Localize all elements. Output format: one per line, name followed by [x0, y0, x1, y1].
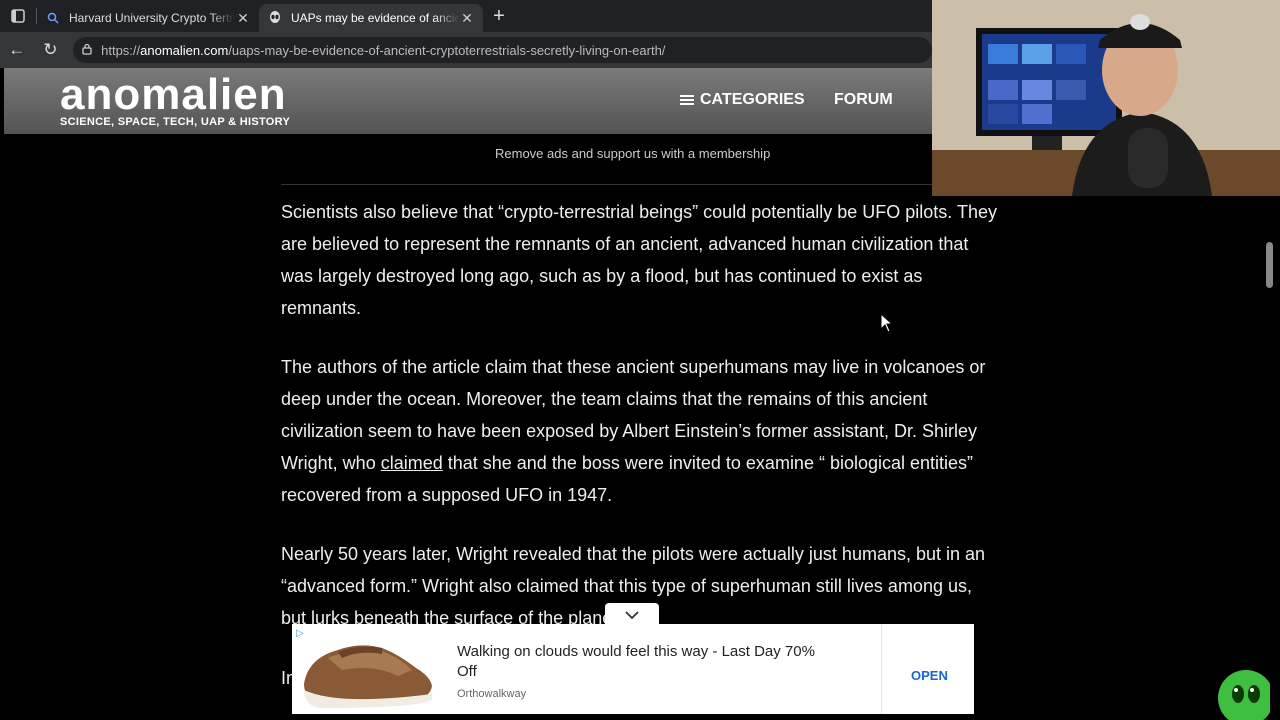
divider — [281, 184, 981, 185]
new-tab-button[interactable]: + — [483, 5, 515, 28]
claimed-link[interactable]: claimed — [381, 453, 443, 473]
webcam-overlay — [932, 0, 1280, 196]
alien-icon — [267, 10, 283, 26]
scrollbar-thumb[interactable] — [1266, 242, 1273, 288]
site-header: anomalien SCIENCE, SPACE, TECH, UAP & HI… — [4, 68, 932, 134]
hamburger-icon — [680, 93, 694, 107]
ad-open-button[interactable]: OPEN — [911, 668, 948, 683]
nav-categories[interactable]: CATEGORIES — [680, 91, 805, 109]
site-logo[interactable]: anomalien — [60, 72, 287, 118]
url-path: /uaps-may-be-evidence-of-ancient-cryptot… — [228, 42, 666, 58]
scrollbar[interactable] — [1260, 134, 1280, 720]
ad-advertiser: Orthowalkway — [457, 688, 527, 700]
reload-icon: ↻ — [43, 40, 58, 59]
nav-forum[interactable]: FORUM — [834, 91, 893, 109]
tab-harvard[interactable]: Harvard University Crypto Tertrest ✕ — [37, 4, 259, 32]
tab-title: UAPs may be evidence of ancient — [291, 11, 459, 25]
close-icon[interactable]: ✕ — [459, 10, 475, 27]
url-input[interactable]: https://anomalien.com/uaps-may-be-eviden… — [73, 37, 932, 63]
ad-divider — [881, 624, 882, 714]
membership-promo-link[interactable]: Remove ads and support us with a members… — [495, 146, 770, 161]
back-arrow-icon: ← — [8, 40, 26, 59]
adchoices-icon[interactable]: ▷ — [296, 628, 304, 639]
tab-uaps[interactable]: UAPs may be evidence of ancient ✕ — [259, 4, 483, 32]
sticky-ad[interactable]: ▷ Walking on clouds would feel this way … — [292, 624, 974, 714]
site-info-icon[interactable] — [81, 43, 101, 58]
reload-button[interactable]: ↻ — [34, 32, 68, 68]
address-bar-row: ← ↻ https://anomalien.com/uaps-may-be-ev… — [0, 32, 932, 68]
search-icon — [45, 10, 61, 26]
alien-mascot-icon[interactable] — [1210, 660, 1270, 720]
site-tagline: SCIENCE, SPACE, TECH, UAP & HISTORY — [60, 116, 291, 128]
article-paragraph: Scientists also believe that “crypto-ter… — [281, 202, 997, 318]
back-button[interactable]: ← — [0, 32, 34, 68]
chevron-down-icon — [625, 611, 639, 620]
article-paragraph: The authors of the article claim that th… — [281, 351, 1001, 511]
url-scheme: https:// — [101, 42, 141, 58]
ad-shoe-image — [298, 628, 434, 710]
screen: Harvard University Crypto Tertrest ✕ UAP… — [0, 0, 1280, 720]
tab-title: Harvard University Crypto Tertrest — [69, 11, 235, 25]
nav-categories-label: CATEGORIES — [700, 91, 805, 108]
tab-actions-icon[interactable] — [0, 0, 36, 32]
mouse-cursor-icon — [880, 313, 894, 333]
browser-tab-bar: Harvard University Crypto Tertrest ✕ UAP… — [0, 0, 932, 32]
close-icon[interactable]: ✕ — [235, 10, 251, 27]
ad-headline[interactable]: Walking on clouds would feel this way - … — [457, 642, 837, 682]
url-host: anomalien.com — [140, 42, 229, 58]
